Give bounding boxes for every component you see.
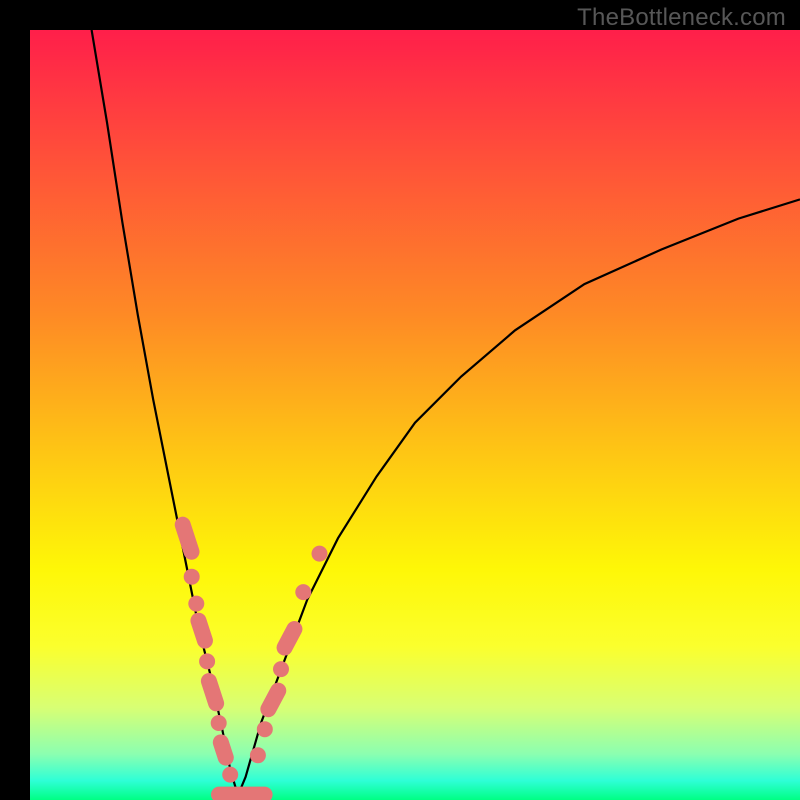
data-marker-pill: [173, 515, 202, 562]
data-marker-dot: [257, 721, 273, 737]
bottleneck-curve: [92, 30, 800, 795]
data-marker-dot: [199, 653, 215, 669]
data-marker-pill: [211, 787, 273, 800]
data-marker-dot: [273, 661, 289, 677]
data-marker-dot: [312, 546, 328, 562]
data-marker-pill: [211, 732, 236, 767]
data-marker-pill: [258, 680, 289, 720]
plot-area: [30, 30, 800, 800]
data-marker-pill: [274, 618, 305, 658]
watermark-text: TheBottleneck.com: [577, 4, 786, 32]
chart-frame: TheBottleneck.com: [0, 0, 800, 800]
data-marker-dot: [295, 584, 311, 600]
data-marker-dot: [188, 596, 204, 612]
data-marker-dot: [222, 767, 238, 783]
data-marker-dot: [250, 747, 266, 763]
data-marker-pill: [199, 671, 226, 713]
data-marker-dot: [211, 715, 227, 731]
marker-layer: [173, 515, 328, 800]
curve-svg: [30, 30, 800, 800]
data-marker-dot: [184, 569, 200, 585]
data-marker-pill: [188, 611, 215, 651]
